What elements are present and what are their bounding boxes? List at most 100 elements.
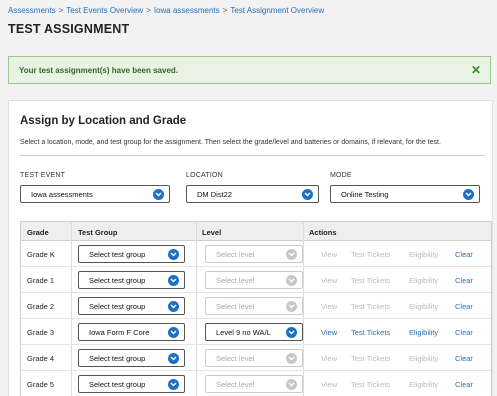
eligibility-link: Eligibility [409, 250, 439, 259]
level-value: Select level [216, 353, 255, 363]
breadcrumb-link-test-assignment-overview[interactable]: Test Assignment Overview [230, 6, 324, 15]
grade-label: Grade K [27, 250, 55, 259]
panel-description: Select a location, mode, and test group … [20, 139, 441, 146]
grade-assignment-grid: Grade Test Group Level Actions Grade K Se… [20, 221, 492, 396]
table-row: Grade 1 Select test group Select level View… [21, 267, 491, 293]
chevron-down-icon [286, 275, 297, 286]
divider [20, 155, 485, 156]
breadcrumb-link-assessments[interactable]: Assessments [8, 6, 56, 15]
mode-select[interactable]: Online Testing [330, 185, 480, 203]
chevron-down-icon [302, 189, 313, 200]
breadcrumb-link-test-events-overview[interactable]: Test Events Overview [66, 6, 143, 15]
clear-link[interactable]: Clear [455, 354, 473, 363]
test-group-value: Iowa Form F Core [89, 327, 150, 337]
chevron-down-icon [286, 379, 297, 390]
test-tickets-link: Test Tickets [351, 276, 391, 285]
level-select: Select level [205, 297, 303, 315]
test-group-select[interactable]: Select test group [78, 297, 185, 315]
chevron-down-icon [463, 189, 474, 200]
grade-label: Grade 2 [27, 302, 55, 311]
location-select[interactable]: DM Dist22 [186, 185, 319, 203]
test-group-value: Select test group [89, 301, 146, 311]
eligibility-link[interactable]: Eligibility [409, 328, 438, 337]
page-title: TEST ASSIGNMENT [8, 22, 130, 36]
chevron-down-icon [168, 275, 179, 286]
test-group-select[interactable]: Select test group [78, 349, 185, 367]
level-select: Select level [205, 349, 303, 367]
test-group-value: Select test group [89, 249, 146, 259]
location-value: DM Dist22 [197, 189, 233, 199]
mode-label: MODE [330, 172, 352, 179]
level-value: Select level [216, 249, 255, 259]
grade-label: Grade 3 [27, 328, 55, 337]
success-alert: Your test assignment(s) have been saved.… [8, 56, 491, 84]
test-group-select[interactable]: Iowa Form F Core [78, 323, 185, 341]
test-group-select[interactable]: Select test group [78, 271, 185, 289]
view-link: View [321, 354, 338, 363]
test-group-select[interactable]: Select test group [78, 245, 185, 263]
chevron-down-icon [168, 327, 179, 338]
table-row: Grade K Select test group Select level View… [21, 241, 491, 267]
breadcrumb-separator: > [222, 6, 228, 15]
clear-link[interactable]: Clear [455, 380, 473, 389]
success-message: Your test assignment(s) have been saved. [19, 65, 179, 75]
close-icon[interactable]: ✕ [471, 63, 481, 77]
location-label: LOCATION [186, 172, 223, 179]
view-link: View [321, 276, 338, 285]
table-row: Grade 5 Select test group Select level View… [21, 371, 491, 396]
level-select: Select level [205, 245, 303, 263]
test-group-value: Select test group [89, 379, 146, 389]
clear-link[interactable]: Clear [455, 302, 473, 311]
test-group-value: Select test group [89, 275, 146, 285]
mode-value: Online Testing [341, 189, 389, 199]
chevron-down-icon [286, 301, 297, 312]
breadcrumb-separator: > [146, 6, 151, 15]
level-value: Select level [216, 275, 255, 285]
level-select: Select level [205, 271, 303, 289]
test-tickets-link[interactable]: Test Tickets [351, 328, 390, 337]
test-event-label: TEST EVENT [20, 172, 66, 179]
header-level: Level [202, 228, 222, 237]
table-row: Grade 3 Iowa Form F Core Level 9 no WA/L Vi… [21, 319, 491, 345]
clear-link[interactable]: Clear [455, 328, 473, 337]
test-tickets-link: Test Tickets [351, 380, 391, 389]
chevron-down-icon [168, 249, 179, 260]
chevron-down-icon [286, 327, 297, 338]
view-link: View [321, 302, 338, 311]
table-row: Grade 2 Select test group Select level View… [21, 293, 491, 319]
assign-panel: Assign by Location and Grade Select a lo… [8, 100, 493, 396]
test-group-value: Select test group [89, 353, 146, 363]
view-link: View [321, 250, 338, 259]
level-value: Select level [216, 379, 255, 389]
breadcrumb-link-iowa-assessments[interactable]: Iowa assessments [154, 6, 220, 15]
chevron-down-icon [168, 301, 179, 312]
clear-link[interactable]: Clear [455, 276, 473, 285]
view-link: View [321, 380, 338, 389]
header-actions: Actions [309, 228, 337, 237]
level-select: Select level [205, 375, 303, 393]
test-tickets-link: Test Tickets [351, 302, 391, 311]
panel-title: Assign by Location and Grade [20, 115, 187, 127]
test-event-select[interactable]: Iowa assessments [20, 185, 170, 203]
chevron-down-icon [286, 249, 297, 260]
eligibility-link: Eligibility [409, 302, 439, 311]
chevron-down-icon [153, 189, 164, 200]
breadcrumb: Assessments > Test Events Overview > Iowa as… [8, 6, 324, 15]
test-group-select[interactable]: Select test group [78, 375, 185, 393]
header-grade: Grade [27, 228, 49, 237]
chevron-down-icon [168, 379, 179, 390]
grade-label: Grade 1 [27, 276, 55, 285]
chevron-down-icon [286, 353, 297, 364]
level-select[interactable]: Level 9 no WA/L [205, 323, 303, 341]
grade-label: Grade 4 [27, 354, 55, 363]
eligibility-link: Eligibility [409, 380, 439, 389]
grade-label: Grade 5 [27, 380, 55, 389]
table-row: Grade 4 Select test group Select level View… [21, 345, 491, 371]
test-event-value: Iowa assessments [31, 189, 93, 199]
clear-link[interactable]: Clear [455, 250, 473, 259]
chevron-down-icon [168, 353, 179, 364]
breadcrumb-separator: > [58, 6, 64, 15]
test-tickets-link: Test Tickets [351, 250, 391, 259]
view-link[interactable]: View [321, 328, 337, 337]
header-test-group: Test Group [78, 228, 118, 237]
